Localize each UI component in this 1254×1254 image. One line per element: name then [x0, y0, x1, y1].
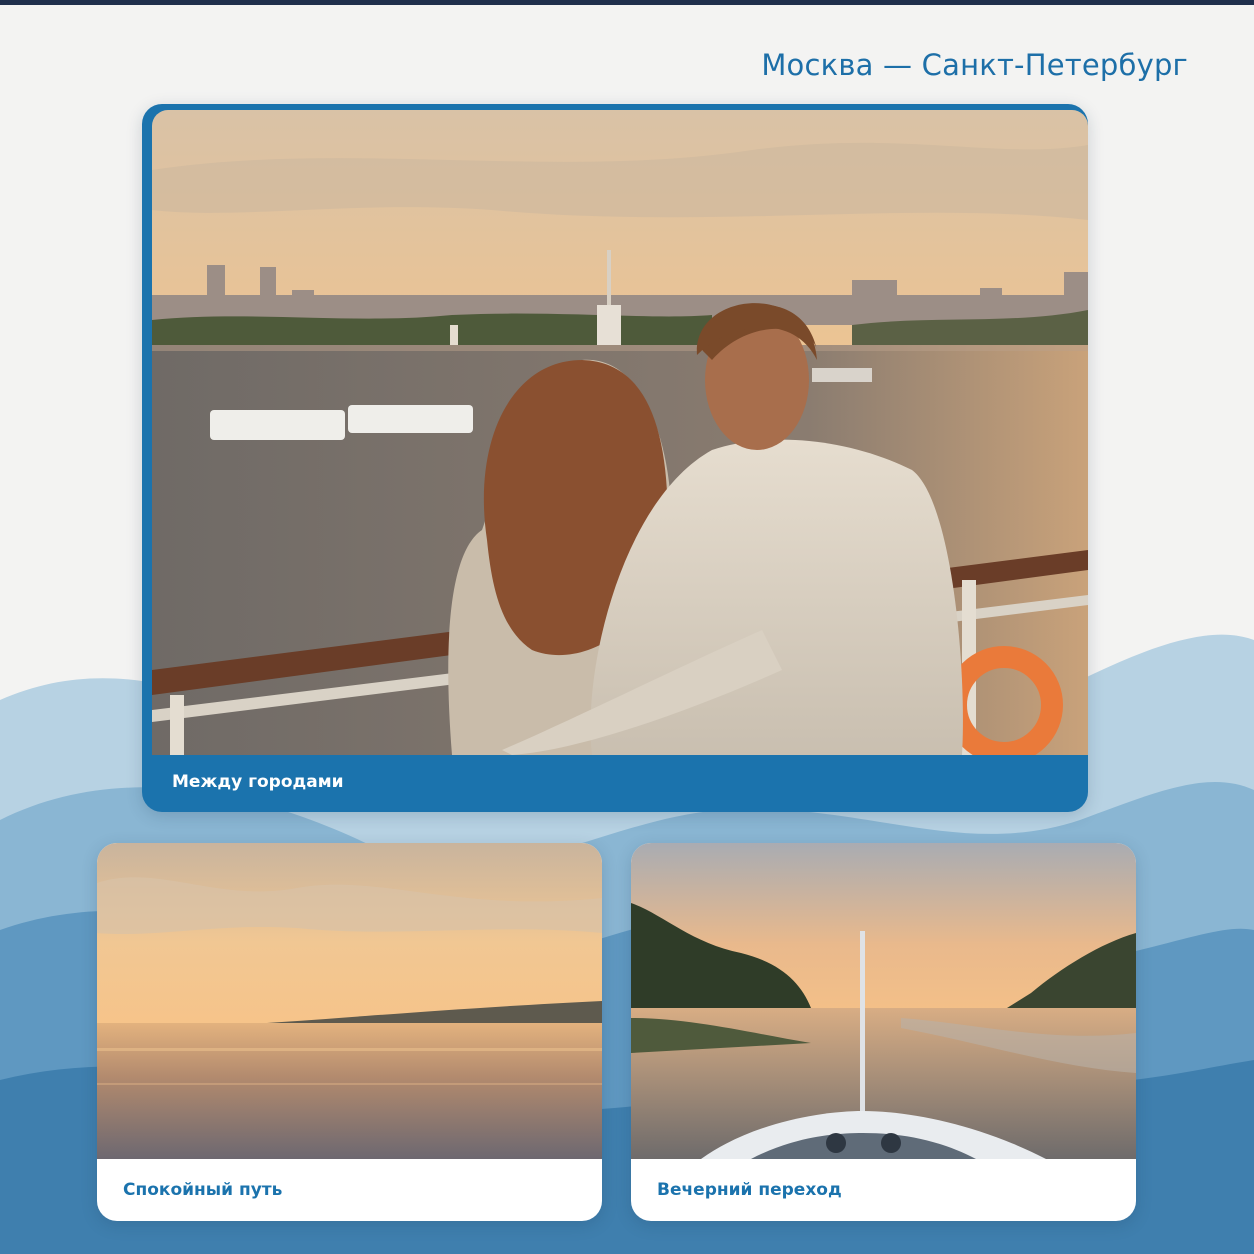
hero-card[interactable]: Между городами	[142, 104, 1088, 812]
route-title: Москва — Санкт-Петербург	[761, 48, 1188, 82]
hero-caption: Между городами	[172, 772, 344, 792]
river-sunset-card[interactable]: Спокойный путь	[97, 843, 602, 1221]
ship-bow-river-photo	[631, 843, 1136, 1159]
river-sunset-photo	[97, 843, 602, 1159]
ship-bow-card[interactable]: Вечерний переход	[631, 843, 1136, 1221]
right-caption: Вечерний переход	[657, 1180, 842, 1200]
left-caption: Спокойный путь	[123, 1180, 283, 1200]
couple-on-ship-deck-photo	[152, 110, 1088, 755]
